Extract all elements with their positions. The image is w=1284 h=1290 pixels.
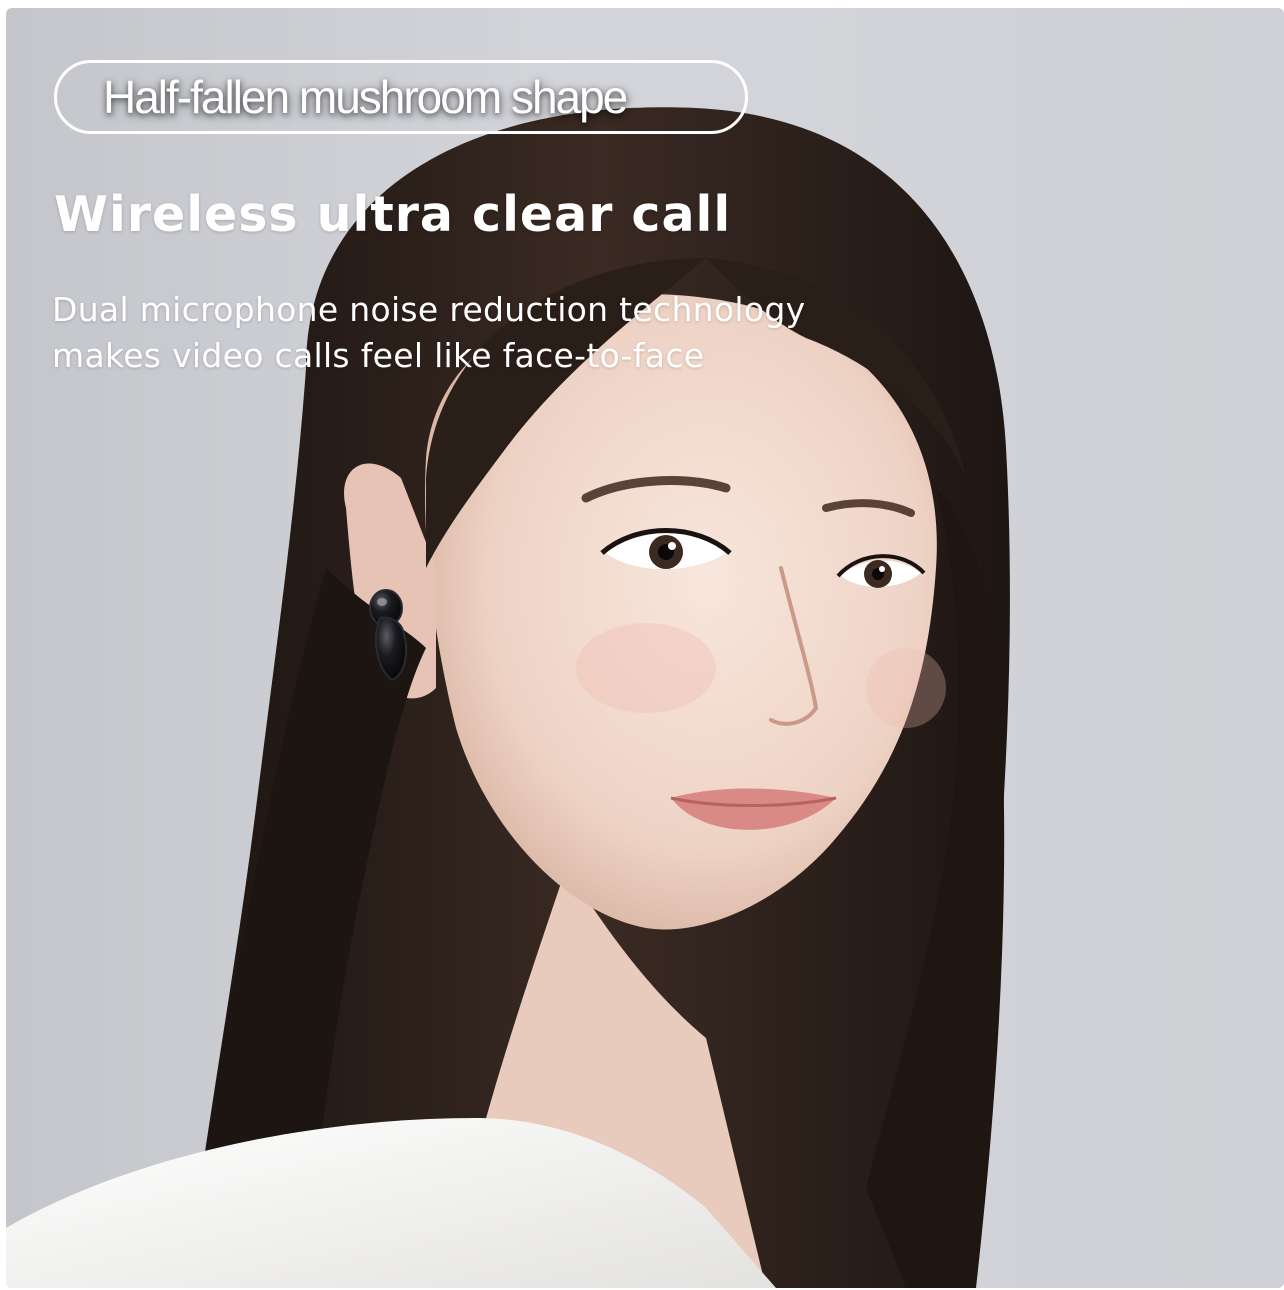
description-line-1: Dual microphone noise reduction technolo… — [52, 290, 806, 329]
feature-badge: Half-fallen mushroom shape — [54, 60, 748, 134]
headline: Wireless ultra clear call — [54, 186, 732, 243]
product-banner: Half-fallen mushroom shape Wireless ultr… — [6, 8, 1284, 1288]
earbud-icon — [369, 589, 408, 682]
feature-badge-text: Half-fallen mushroom shape — [103, 71, 628, 123]
description-line-2: makes video calls feel like face-to-face — [52, 336, 705, 375]
